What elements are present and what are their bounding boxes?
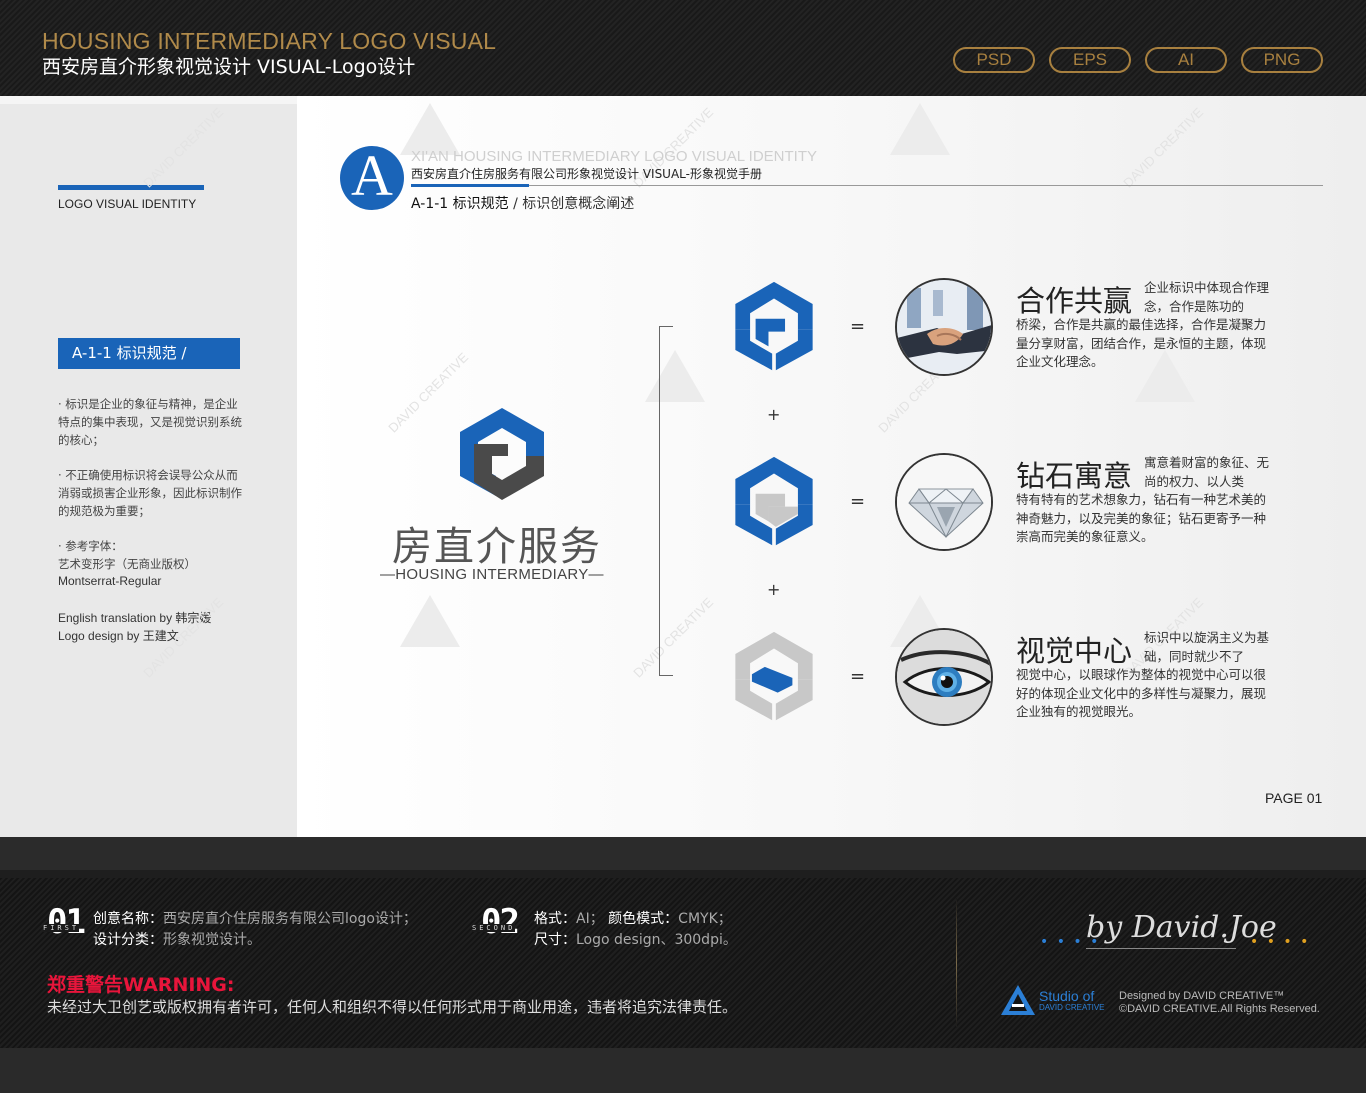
footer-format-value: AI； [576,911,604,927]
plus-sign: + [767,580,781,599]
doc-title-zh: 西安房直介住房服务有限公司形象视觉设计 VISUAL-形象视觉手册 [411,167,762,181]
section-badge: A [340,143,404,210]
footer-category-value: 形象视觉设计。 [163,932,261,948]
concept-body-vision: 视觉中心，以眼球作为整体的视觉中心可以很好的体现企业文化中的多样性与凝聚力，展现… [1016,667,1267,719]
footer-size: 尺寸：Logo design、300dpi。 [534,929,737,949]
presentation-board: HOUSING INTERMEDIARY LOGO VISUAL 西安房直介形象… [0,0,1366,1093]
warning-body: 未经过大卫创艺或版权拥有者许可，任何人和组织不得以任何形式用于商业用途，违者将追… [47,998,738,1016]
sidebar-section-title: LOGO VISUAL IDENTITY [58,197,197,211]
footer-category-label: 设计分类： [93,932,163,948]
header-rule [411,185,1323,186]
footer-format-label: 格式： [534,911,576,927]
doc-section-code: A-1-1 标识规范 [411,196,509,212]
eye-icon [897,630,991,724]
sidebar-font-label: · 参考字体： [58,539,123,553]
footer-size-value: Logo design、300dpi。 [576,932,737,948]
diamond-photo [895,453,993,551]
bottom-bar [0,1048,1366,1093]
sidebar-font-name: 艺术变形字（无商业版权） [58,557,196,571]
copyright: ©DAVID CREATIVE.All Rights Reserved. [1119,1003,1320,1015]
page-number: PAGE 01 [1265,790,1323,806]
footer-number-2: 02 [481,902,520,942]
doc-section-title: A-1-1 标识规范 / 标识创意概念阐述 [411,193,634,213]
section-badge-letter: A [351,143,393,208]
top-header-bar: HOUSING INTERMEDIARY LOGO VISUAL 西安房直介形象… [0,0,1366,96]
footer-color-label: 颜色模式： [608,911,679,927]
footer-tag-first: FIRST [43,924,80,932]
handshake-photo [895,278,993,376]
warning-title: 郑重警告WARNING: [47,974,235,996]
diamond-icon [897,455,991,549]
footer-color-value: CMYK； [678,911,732,927]
footer-format: 格式：AI； 颜色模式：CMYK； [534,908,732,928]
footer-project-value: 西安房直介住房服务有限公司logo设计； [163,911,417,927]
header-rule-accent [411,184,529,187]
signature-dots-right: • • • • [1250,934,1311,950]
footer [0,878,1366,1048]
header-title-zh: 西安房直介形象视觉设计 VISUAL-Logo设计 [42,56,416,78]
concept-body-cooperation: 桥梁，合作是共赢的最佳选择，合作是凝聚力量分享财富，团结合作，是永恒的主题，体现… [1016,317,1267,369]
footer-number-1: 01 [47,902,86,942]
brand-name-en: —HOUSING INTERMEDIARY— [380,566,604,583]
studio-name: Studio of [1039,988,1095,1004]
format-badge-png: PNG [1241,47,1323,73]
equals-sign: = [850,491,866,512]
brand-name-zh: 房直介服务 [392,524,602,570]
main-logo-icon [460,408,544,500]
concept-intro-cooperation: 企业标识中体现合作理念，合作是陈功的 [1144,280,1270,314]
header-title-en: HOUSING INTERMEDIARY LOGO VISUAL [42,28,497,54]
watermark-logo [890,103,950,155]
concept-intro-vision: 标识中以旋涡主义为基础，同时就少不了 [1144,630,1270,664]
equals-sign: = [850,316,866,337]
concept-bracket [659,326,673,676]
doc-section-desc: / 标识创意概念阐述 [508,196,635,212]
concept-logo-icon-cooperation [735,281,813,371]
studio-logo-icon [1001,985,1035,1015]
equals-sign: = [850,666,866,687]
divider-strip [0,837,1366,870]
concept-logo-icon-diamond [735,456,813,546]
footer-size-label: 尺寸： [534,932,576,948]
designer-signature: by David.Joe [1086,910,1277,945]
sidebar-accent-bar [58,185,204,190]
doc-title-en: XI'AN HOUSING INTERMEDIARY LOGO VISUAL I… [411,148,817,165]
footer-category: 设计分类：形象视觉设计。 [93,929,261,949]
footer-divider [956,898,957,1028]
concept-body-diamond: 特有特有的艺术想象力，钻石有一种艺术美的神奇魅力，以及完美的象征；钻石更寄予一种… [1016,492,1267,544]
studio-brand: DAVID CREATIVE [1039,1003,1105,1012]
concept-title-cooperation: 合作共赢 [1016,284,1133,318]
sidebar-font-family: Montserrat-Regular [58,574,162,588]
format-badge-eps: EPS [1049,47,1131,73]
concept-logo-icon-vision [735,631,813,721]
watermark-logo [400,595,460,647]
sidebar-credit-design: Logo design by 王建文 [58,629,179,643]
sidebar-paragraph-1: · 标识是企业的象征与精神，是企业特点的集中表现，又是视觉识别系统的核心； [58,397,242,447]
concept-title-diamond: 钻石寓意 [1016,459,1133,493]
sidebar-tab[interactable]: A-1-1 标识规范 / [58,338,240,369]
signature-underline [1086,948,1236,949]
sidebar-paragraph-2: · 不正确使用标识将会误导公众从而消弱或损害企业形象，因此标识制作的规范极为重要… [58,468,242,518]
concept-intro-diamond: 寓意着财富的象征、无尚的权力、以人类 [1144,455,1270,489]
footer-project-name: 创意名称：西安房直介住房服务有限公司logo设计； [93,908,417,928]
watermark-logo [645,350,705,402]
plus-sign: + [767,405,781,424]
concept-title-vision: 视觉中心 [1016,634,1133,668]
eye-photo [895,628,993,726]
designed-by: Designed by DAVID CREATIVE™ [1119,990,1285,1002]
handshake-icon [897,280,991,374]
format-badge-psd: PSD [953,47,1035,73]
format-badge-ai: AI [1145,47,1227,73]
footer-project-label: 创意名称： [93,911,163,927]
footer-tag-second: SECOND [472,924,516,932]
